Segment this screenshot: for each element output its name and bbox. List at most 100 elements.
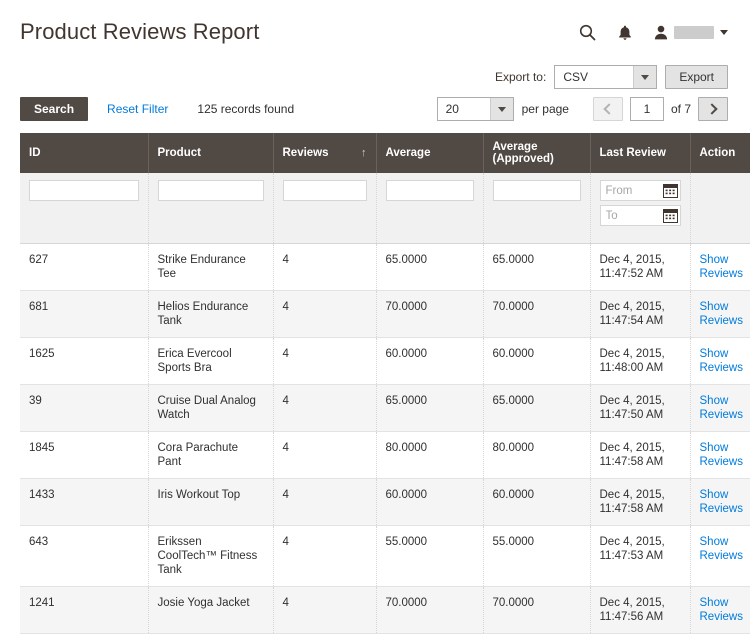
column-label: Action <box>700 147 736 159</box>
date-from-field <box>600 180 681 201</box>
chevron-left-icon <box>603 103 614 114</box>
filter-cell-id <box>20 173 148 244</box>
cell-average: 70.0000 <box>376 587 483 634</box>
filter-input-average-approved[interactable] <box>493 180 581 201</box>
calendar-icon[interactable] <box>663 183 678 198</box>
column-label: Average (Approved) <box>493 141 581 165</box>
filter-cell-reviews <box>273 173 376 244</box>
per-page-value: 20 <box>438 98 490 120</box>
table-row: 643Erikssen CoolTech™ Fitness Tank455.00… <box>20 526 750 587</box>
cell-average-approved: 60.0000 <box>483 338 590 385</box>
cell-product: Cruise Dual Analog Watch <box>148 385 273 432</box>
cell-action: Show Reviews <box>690 432 750 479</box>
total-pages-label: of 7 <box>671 102 691 116</box>
cell-reviews: 4 <box>273 291 376 338</box>
export-format-select[interactable]: CSV <box>554 65 657 89</box>
cell-last-review: Dec 4, 2015, 11:47:53 AM <box>590 526 690 587</box>
filter-input-average[interactable] <box>386 180 474 201</box>
chevron-right-icon <box>706 103 717 114</box>
cell-average-approved: 80.0000 <box>483 432 590 479</box>
search-button[interactable]: Search <box>20 97 88 121</box>
cell-average-approved: 60.0000 <box>483 479 590 526</box>
column-header-action: Action <box>690 133 750 173</box>
export-format-value: CSV <box>555 66 633 88</box>
cell-product: Cora Parachute Pant <box>148 432 273 479</box>
export-row: Export to: CSV Export <box>0 60 750 90</box>
table-row: 39Cruise Dual Analog Watch465.000065.000… <box>20 385 750 432</box>
column-label: ID <box>29 147 41 159</box>
show-reviews-link[interactable]: Show Reviews <box>700 489 743 515</box>
cell-product: Erica Evercool Sports Bra <box>148 338 273 385</box>
table-header: ID Product Reviews ↑ Average <box>20 133 750 173</box>
column-header-average-approved[interactable]: Average (Approved) <box>483 133 590 173</box>
admin-header: Product Reviews Report <box>0 0 750 60</box>
filter-input-product[interactable] <box>158 180 264 201</box>
next-page-button[interactable] <box>698 97 728 121</box>
cell-product: Strike Endurance Tee <box>148 244 273 291</box>
user-menu[interactable] <box>654 25 728 40</box>
cell-reviews: 4 <box>273 432 376 479</box>
show-reviews-link[interactable]: Show Reviews <box>700 395 743 421</box>
column-label: Reviews <box>283 147 329 159</box>
column-label: Average <box>386 147 431 159</box>
filter-input-reviews[interactable] <box>283 180 367 201</box>
user-name <box>674 26 714 39</box>
export-button[interactable]: Export <box>665 65 728 89</box>
show-reviews-link[interactable]: Show Reviews <box>700 597 743 623</box>
column-header-product[interactable]: Product <box>148 133 273 173</box>
chevron-down-icon[interactable] <box>720 30 728 35</box>
reset-filter-link[interactable]: Reset Filter <box>107 102 168 116</box>
cell-action: Show Reviews <box>690 479 750 526</box>
cell-id: 627 <box>20 244 148 291</box>
cell-reviews: 4 <box>273 338 376 385</box>
cell-average: 65.0000 <box>376 385 483 432</box>
show-reviews-link[interactable]: Show Reviews <box>700 254 743 280</box>
cell-average: 60.0000 <box>376 479 483 526</box>
search-icon[interactable] <box>579 24 596 41</box>
column-header-average[interactable]: Average <box>376 133 483 173</box>
column-header-last-review[interactable]: Last Review <box>590 133 690 173</box>
current-page-input[interactable] <box>630 97 664 121</box>
filter-input-id[interactable] <box>29 180 139 201</box>
cell-last-review: Dec 4, 2015, 11:48:00 AM <box>590 338 690 385</box>
per-page-select[interactable]: 20 <box>437 97 514 121</box>
cell-product: Josie Yoga Jacket <box>148 587 273 634</box>
cell-product: Erikssen CoolTech™ Fitness Tank <box>148 526 273 587</box>
pager-nav: of 7 <box>593 97 728 121</box>
show-reviews-link[interactable]: Show Reviews <box>700 348 743 374</box>
calendar-icon[interactable] <box>663 208 678 223</box>
cell-action: Show Reviews <box>690 338 750 385</box>
per-page-label: per page <box>522 102 569 116</box>
previous-page-button[interactable] <box>593 97 623 121</box>
date-to-field <box>600 205 681 226</box>
cell-action: Show Reviews <box>690 244 750 291</box>
grid-wrapper: ID Product Reviews ↑ Average <box>0 124 750 634</box>
table-row: 1845Cora Parachute Pant480.000080.0000De… <box>20 432 750 479</box>
bell-icon[interactable] <box>618 25 632 41</box>
sort-ascending-icon: ↑ <box>357 148 367 159</box>
cell-id: 1433 <box>20 479 148 526</box>
cell-action: Show Reviews <box>690 526 750 587</box>
pager-group: 20 per page of 7 <box>437 97 728 121</box>
cell-id: 643 <box>20 526 148 587</box>
column-header-id[interactable]: ID <box>20 133 148 173</box>
cell-last-review: Dec 4, 2015, 11:47:58 AM <box>590 479 690 526</box>
column-label: Last Review <box>600 147 666 159</box>
table-row: 1241Josie Yoga Jacket470.000070.0000Dec … <box>20 587 750 634</box>
chevron-down-icon <box>633 66 656 88</box>
records-found-count: 125 records found <box>197 102 294 116</box>
show-reviews-link[interactable]: Show Reviews <box>700 301 743 327</box>
cell-reviews: 4 <box>273 479 376 526</box>
cell-id: 39 <box>20 385 148 432</box>
filter-row <box>20 173 750 244</box>
filter-cell-action <box>690 173 750 244</box>
table-row: 1433Iris Workout Top460.000060.0000Dec 4… <box>20 479 750 526</box>
show-reviews-link[interactable]: Show Reviews <box>700 536 743 562</box>
cell-last-review: Dec 4, 2015, 11:47:50 AM <box>590 385 690 432</box>
cell-last-review: Dec 4, 2015, 11:47:54 AM <box>590 291 690 338</box>
show-reviews-link[interactable]: Show Reviews <box>700 442 743 468</box>
user-avatar-icon <box>654 25 668 40</box>
column-header-reviews[interactable]: Reviews ↑ <box>273 133 376 173</box>
cell-average: 65.0000 <box>376 244 483 291</box>
table-row: 1625Erica Evercool Sports Bra460.000060.… <box>20 338 750 385</box>
